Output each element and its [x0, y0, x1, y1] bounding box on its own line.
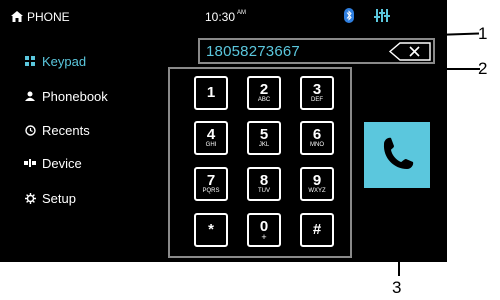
key-digit: # [312, 221, 322, 238]
equalizer-icon[interactable] [374, 9, 390, 27]
device-icon [24, 157, 36, 169]
key-digit: 3 [312, 80, 322, 98]
key-digit: 5 [259, 125, 269, 143]
key-3[interactable]: 3 DEF [300, 76, 334, 110]
sidebar-item-label: Phonebook [42, 88, 108, 104]
key-digit: 7 [206, 171, 216, 189]
callout-3: 3 [392, 278, 402, 297]
sidebar-item-label: Keypad [42, 53, 87, 69]
key-9[interactable]: 9 WXYZ [300, 167, 334, 201]
phone-handset-icon [383, 137, 414, 169]
clock-time: 10:30 [205, 10, 236, 24]
sidebar-item-keypad[interactable]: Keypad [24, 52, 86, 70]
home-icon[interactable] [11, 9, 23, 27]
key-letters: TUV [258, 187, 270, 194]
callout-2: 2 [478, 59, 488, 78]
clock-icon [24, 124, 36, 136]
clock-ampm: AM [237, 10, 247, 16]
callout-2-line [352, 68, 480, 70]
person-icon [24, 90, 36, 102]
keypad-icon [24, 55, 36, 67]
key-1[interactable]: 1 [194, 76, 228, 110]
keypad: 1 2 ABC 3 DEF 4 GHI 5 JKL 6 MNO 7 PQRS 8 TUV 9W… [168, 67, 352, 258]
sidebar-item-phonebook[interactable]: Phonebook [24, 87, 108, 105]
key-digit: 9 [312, 171, 322, 189]
dialed-number-field[interactable]: 18058273667 [198, 38, 435, 64]
key-letters: + [261, 231, 267, 242]
phone-screen: PHONE 10:30 AM Keypad Phonebook Recents D… [0, 0, 447, 262]
key-letters: JKL [258, 141, 270, 148]
key-6[interactable]: 6 MNO [300, 121, 334, 155]
sidebar-item-label: Setup [42, 190, 76, 206]
key-letters: ABC [257, 96, 271, 103]
key-hash[interactable]: # [300, 213, 334, 247]
sidebar-item-recents[interactable]: Recents [24, 121, 90, 139]
key-letters: MNO [310, 141, 324, 148]
key-digit: 1 [206, 84, 216, 101]
app-title: PHONE [27, 10, 70, 24]
sidebar-item-device[interactable]: Device [24, 154, 82, 172]
key-letters: WXYZ [308, 187, 326, 194]
key-star[interactable]: * [194, 213, 228, 247]
key-letters: GHI [205, 141, 217, 148]
key-digit: 8 [259, 171, 269, 189]
sidebar-item-setup[interactable]: Setup [24, 189, 76, 207]
call-button[interactable] [364, 122, 430, 188]
key-7[interactable]: 7 PQRS [194, 167, 228, 201]
backspace-button[interactable] [388, 42, 432, 61]
callout-3-line [398, 188, 400, 276]
callout-1: 1 [478, 24, 488, 43]
sidebar-item-label: Recents [42, 122, 90, 138]
key-0[interactable]: 0 + [247, 213, 281, 247]
key-5[interactable]: 5 JKL [247, 121, 281, 155]
key-2[interactable]: 2 ABC [247, 76, 281, 110]
dialed-number: 18058273667 [206, 43, 300, 60]
key-digit: 6 [312, 125, 322, 143]
key-digit: * [208, 221, 214, 238]
callout-1-line [434, 32, 479, 36]
sidebar-item-label: Device [42, 155, 82, 171]
gear-icon [24, 192, 36, 204]
key-digit: 4 [206, 125, 216, 143]
key-8[interactable]: 8 TUV [247, 167, 281, 201]
key-letters: DEF [311, 96, 323, 103]
bluetooth-icon [344, 8, 354, 28]
key-4[interactable]: 4 GHI [194, 121, 228, 155]
key-letters: PQRS [202, 187, 220, 194]
clock: 10:30 AM [205, 10, 246, 24]
key-digit: 2 [259, 80, 269, 98]
